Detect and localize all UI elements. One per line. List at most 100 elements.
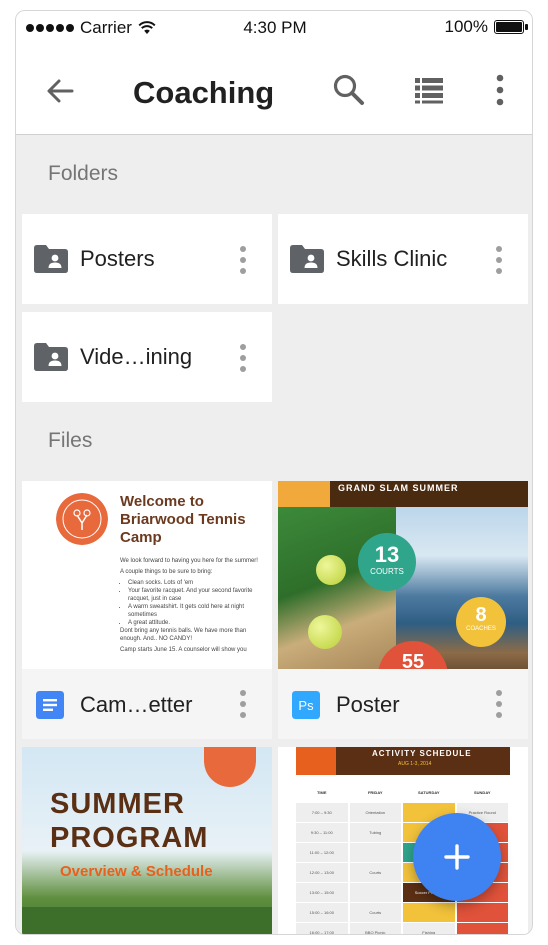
schedule-cell: Courts [349, 863, 401, 882]
photoshop-icon: Ps [292, 691, 320, 719]
photoshop-label: Ps [298, 698, 314, 713]
phone-screen: Carrier 4:30 PM 100% Coaching Folders Po… [15, 10, 533, 935]
file-thumbnail: SUMMER PROGRAM Overview & Schedule [22, 747, 272, 934]
schedule-cell: 16:00 – 17:00 [296, 923, 348, 934]
summer-title: SUMMER PROGRAM [50, 787, 270, 855]
poster-banner-text: GRAND SLAM SUMMER [338, 483, 459, 493]
folders-header: Folders [48, 162, 119, 185]
schedule-dates: AUG 1-3, 2014 [398, 761, 432, 767]
battery-fill [496, 22, 522, 32]
schedule-cell [349, 883, 401, 902]
schedule-cell: Tubing [349, 823, 401, 842]
shared-folder-icon [34, 245, 68, 273]
schedule-cell: SUNDAY [473, 790, 491, 795]
schedule-cell [349, 843, 401, 862]
file-thumbnail: GRAND SLAM SUMMER 13 COURTS 8 COACHES 55 [278, 481, 528, 669]
doc-bullets: Clean socks. Lots of 'em Your favorite r… [128, 579, 260, 627]
folder-name: Posters [80, 246, 155, 271]
schedule-cell: 15:00 – 16:00 [296, 903, 348, 922]
list-view-icon[interactable] [414, 75, 444, 105]
folder-name: Vide…ining [80, 344, 193, 369]
badge-number: 13 [374, 542, 400, 567]
schedule-cell: Orientation [349, 803, 401, 822]
page-title: Coaching [133, 75, 275, 110]
shared-folder-icon [290, 245, 324, 273]
doc-bullet: Your favorite racquet. And your second f… [128, 587, 260, 603]
doc-intro: We look forward to having you here for t… [120, 558, 258, 564]
coaches-badge: 8 COACHES [456, 597, 506, 647]
schedule-cell: 13:00 – 15:00 [296, 883, 348, 902]
schedule-cell [403, 903, 455, 922]
file-card-summer-program[interactable]: SUMMER PROGRAM Overview & Schedule [22, 747, 272, 934]
file-name: Cam…etter [80, 692, 193, 717]
racquet-icon [296, 747, 336, 775]
briarwood-logo [56, 493, 108, 545]
app-bar: Coaching [16, 45, 532, 135]
file-footer: Ps Poster [278, 669, 528, 739]
courts-badge: 13 COURTS [358, 533, 416, 591]
badge-number: 55 [401, 651, 425, 669]
back-arrow-icon[interactable] [44, 75, 76, 107]
file-card-poster[interactable]: GRAND SLAM SUMMER 13 COURTS 8 COACHES 55… [278, 481, 528, 739]
summer-title-line: PROGRAM [50, 822, 209, 854]
schedule-cell: Fishing [403, 923, 455, 934]
schedule-cell: 7:00 – 9:30 [296, 803, 348, 822]
count-badge: 55 [378, 641, 448, 669]
shared-folder-icon [34, 343, 68, 371]
schedule-header-row: TIME FRIDAY SATURDAY SUNDAY [296, 783, 510, 802]
file-footer: Cam…etter [22, 669, 272, 739]
schedule-cell [456, 923, 508, 934]
folder-name: Skills Clinic [336, 246, 448, 271]
file-name: Poster [336, 692, 400, 717]
schedule-cell: 9:30 – 11:00 [296, 823, 348, 842]
more-vert-icon[interactable] [494, 690, 504, 718]
more-vert-icon[interactable] [238, 690, 248, 718]
doc-bullet: A great attitude. [128, 619, 260, 627]
more-vert-icon[interactable] [238, 246, 248, 274]
more-vert-icon[interactable] [494, 246, 504, 274]
schedule-row: 15:00 – 16:00 Courts [296, 903, 510, 922]
schedule-cell: Courts [349, 903, 401, 922]
file-card-camp-letter[interactable]: Welcome to Briarwood Tennis Camp We look… [22, 481, 272, 739]
battery-icon [494, 20, 528, 34]
summer-subtitle: Overview & Schedule [60, 863, 213, 880]
more-vert-icon[interactable] [490, 73, 510, 107]
doc-bullet: A warm sweatshirt. It gets cold here at … [128, 603, 260, 619]
schedule-cell: TIME [316, 790, 327, 795]
schedule-cell [456, 903, 508, 922]
schedule-cell: FRIDAY [367, 790, 383, 795]
battery-percent: 100% [444, 17, 488, 36]
more-vert-icon[interactable] [238, 344, 248, 372]
badge-unit: COURTS [370, 567, 404, 576]
status-right: 100% [444, 17, 528, 37]
plus-icon [444, 844, 470, 870]
search-icon[interactable] [332, 73, 366, 107]
schedule-cell: SATURDAY [417, 790, 440, 795]
racquet-icon [278, 481, 330, 507]
schedule-header: ACTIVITY SCHEDULE AUG 1-3, 2014 [296, 747, 510, 775]
doc-heading: Welcome to Briarwood Tennis Camp [120, 493, 246, 546]
treeline-image [22, 907, 272, 934]
badge-number: 8 [475, 604, 487, 626]
schedule-title: ACTIVITY SCHEDULE [372, 749, 472, 758]
doc-note: Dont bring any tennis balls. We have mor… [120, 628, 247, 642]
doc-body: We look forward to having you here for t… [120, 557, 260, 657]
file-thumbnail: Welcome to Briarwood Tennis Camp We look… [22, 481, 272, 669]
add-new-button[interactable] [413, 813, 501, 901]
content-area: Folders Posters Skills Clinic Vide…ining… [16, 136, 532, 934]
folder-card-posters[interactable]: Posters [22, 214, 272, 304]
schedule-cell: 11:00 – 12:00 [296, 843, 348, 862]
summer-title-line: SUMMER [50, 788, 185, 820]
doc-bullet: Clean socks. Lots of 'em [128, 579, 260, 587]
files-header: Files [48, 429, 93, 452]
schedule-row: 16:00 – 17:00 BBQ Picnic Fishing [296, 923, 510, 934]
google-docs-icon [36, 691, 64, 719]
folder-card-video-training[interactable]: Vide…ining [22, 312, 272, 402]
doc-footer: Camp starts June 15. A counselor will sh… [120, 647, 247, 653]
schedule-cell: 12:00 – 13:00 [296, 863, 348, 882]
status-bar: Carrier 4:30 PM 100% [16, 11, 532, 45]
poster-banner: GRAND SLAM SUMMER [278, 481, 528, 507]
schedule-cell: BBQ Picnic [349, 923, 401, 934]
folder-card-skills-clinic[interactable]: Skills Clinic [278, 214, 528, 304]
doc-list-intro: A couple things to be sure to bring: [120, 569, 213, 575]
